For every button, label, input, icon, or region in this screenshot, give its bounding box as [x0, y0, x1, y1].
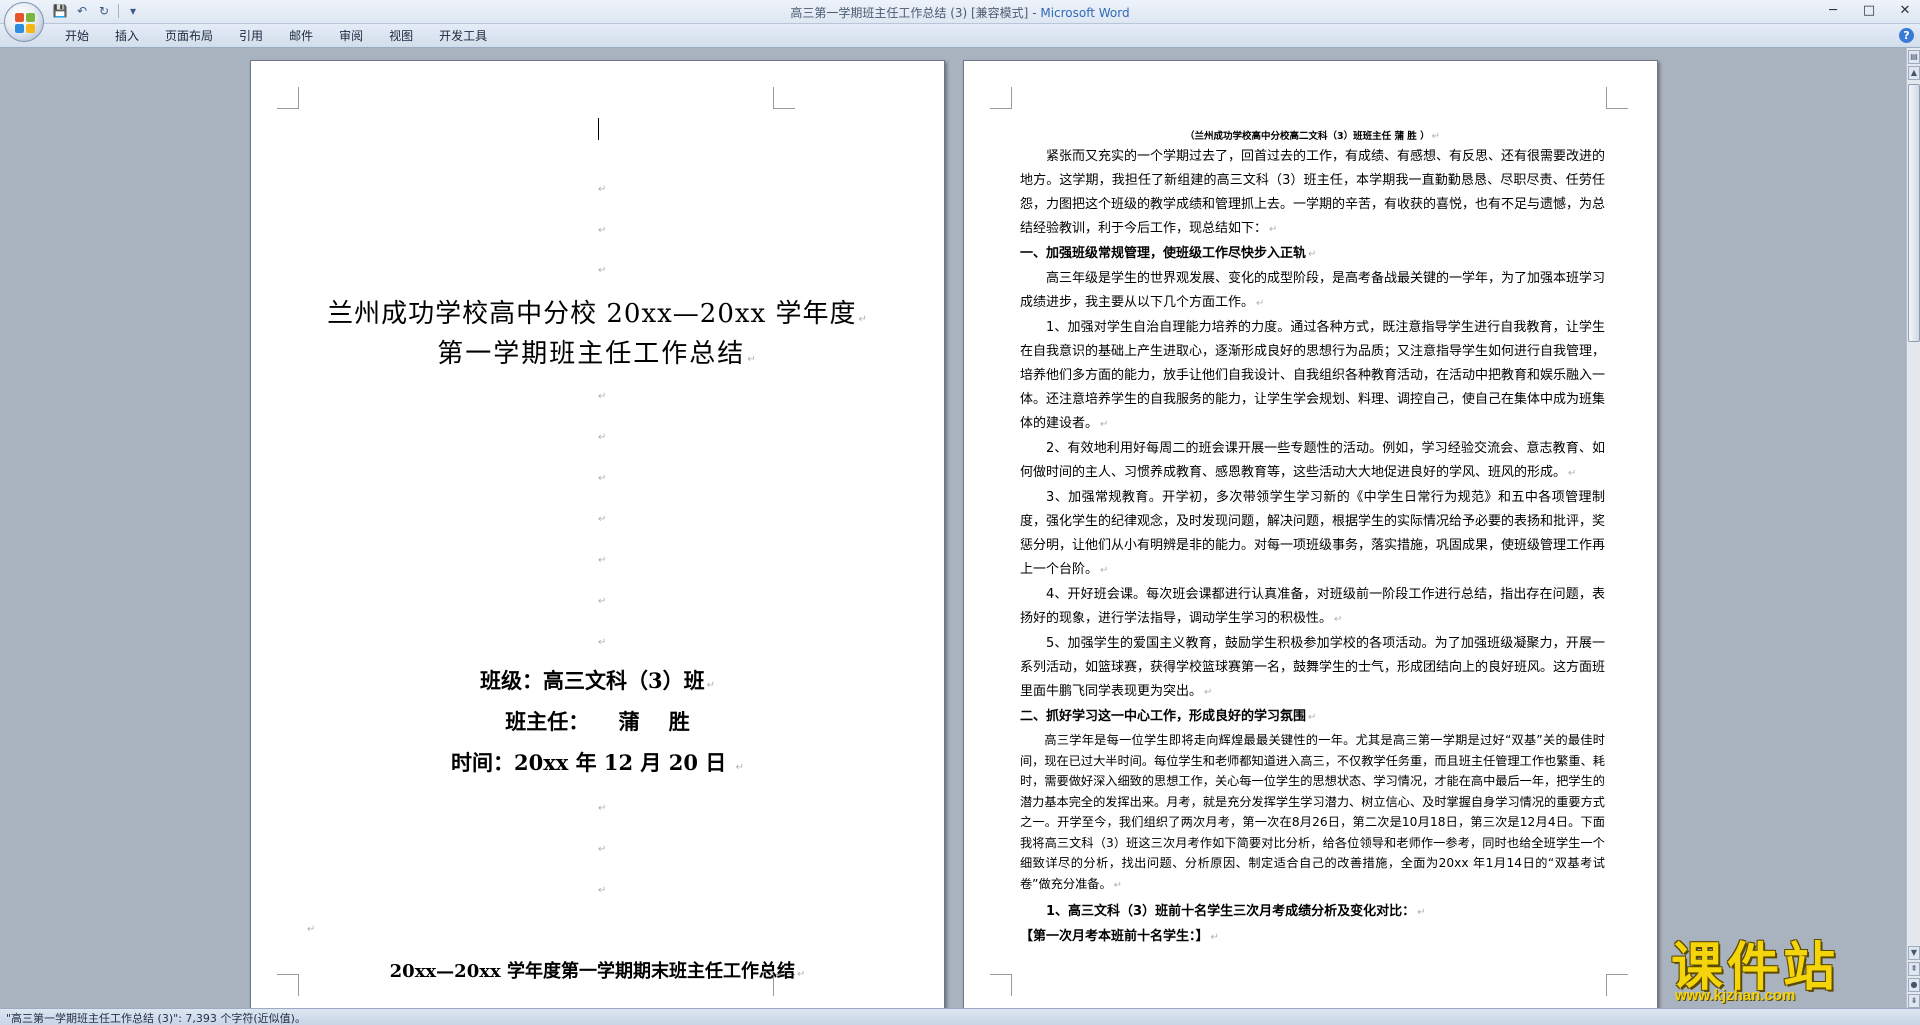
tab-7[interactable]: 开发工具 — [426, 28, 500, 44]
text-cursor — [598, 118, 599, 140]
title-separator: - — [1028, 6, 1041, 20]
document-title: 高三第一学期班主任工作总结 (3) [兼容模式] — [790, 6, 1029, 20]
body-paragraph: 高三年级是学生的世界观发展、变化的成型阶段，是高考备战最关键的一学年，为了加强本… — [1020, 271, 1606, 310]
crop-mark — [1606, 974, 1628, 996]
tab-0[interactable]: 开始 — [52, 28, 102, 44]
paragraph-mark: ↵ — [598, 555, 607, 566]
crop-mark — [1606, 87, 1628, 109]
tab-5[interactable]: 审阅 — [326, 28, 376, 44]
ribbon-tab-row: 开始 插入 页面布局 引用 邮件 审阅 视图 开发工具 ? — [0, 24, 1920, 48]
cover-teacher: 班主任： 蒲 胜 — [505, 709, 690, 734]
paragraph-mark: ↵ — [598, 596, 607, 607]
paragraph-mark: ↵ — [598, 514, 607, 525]
paragraph-mark: ↵ — [598, 184, 607, 195]
tab-4[interactable]: 邮件 — [276, 28, 326, 44]
body-paragraph: 3、加强常规教育。开学初，多次带领学生学习新的《中学生日常行为规范》和五中各项管… — [1020, 490, 1606, 577]
paragraph-mark: ↵ — [598, 391, 607, 402]
watermark-url: www.kjzhan.com — [1675, 987, 1796, 1004]
help-icon[interactable]: ? — [1899, 28, 1914, 43]
crop-mark — [990, 974, 1012, 996]
ruler-toggle-icon[interactable]: ▤ — [1908, 50, 1920, 64]
paragraph-mark: ↵ — [598, 803, 607, 814]
close-button[interactable]: ✕ — [1896, 2, 1914, 20]
tab-2[interactable]: 页面布局 — [152, 28, 226, 44]
tab-3[interactable]: 引用 — [226, 28, 276, 44]
cover-time: 时间：20xx 年 12 月 20 日 ↵ — [451, 750, 744, 775]
section-heading-1: 一、加强班级常规管理，使班级工作尽快步入正轨 ↵ — [1020, 246, 1317, 261]
paragraph-mark: ↵ — [598, 637, 607, 648]
window-controls: ─ □ ✕ — [1824, 2, 1914, 20]
body-paragraph: 1、加强对学生自治自理能力培养的力度。通过各种方式，既注意指导学生进行自我教育，… — [1020, 320, 1606, 431]
paragraph-mark: ↵ — [598, 225, 607, 236]
title-bar: 💾 ↶ ↻ ▾ 高三第一学期班主任工作总结 (3) [兼容模式] - Micro… — [0, 0, 1920, 24]
body-paragraph: 2、有效地利用好每周二的班会课开展一些专题性的活动。例如，学习经验交流会、意志教… — [1020, 441, 1605, 480]
office-button[interactable] — [4, 2, 44, 42]
crop-mark — [990, 87, 1012, 109]
body-text: 紧张而又充实的一个学期过去了，回首过去的工作，有成绩、有感想、有反思、还有很需要… — [1020, 145, 1605, 950]
scroll-thumb[interactable] — [1908, 84, 1920, 342]
page-header-line: （兰州成功学校高中分校高二文科（3）班班主任 蒲 胜 ） ↵ — [1185, 131, 1440, 142]
intro-paragraph: 紧张而又充实的一个学期过去了，回首过去的工作，有成绩、有感想、有反思、还有很需要… — [1020, 149, 1606, 236]
cover-class: 班级：高三文科（3）班 ↵ — [479, 668, 715, 693]
table-caption: 【第一次月考本班前十名学生：】 ↵ — [1020, 929, 1219, 944]
app-name: Microsoft Word — [1040, 6, 1130, 20]
paragraph-mark: ↵ — [598, 473, 607, 484]
window-title: 高三第一学期班主任工作总结 (3) [兼容模式] - Microsoft Wor… — [0, 4, 1920, 21]
cover-title-line-1: 兰州成功学校高中分校 20xx—20xx 学年度 ↵ — [327, 299, 868, 329]
body-paragraph: 高三学年是每一位学生即将走向辉煌最最关键性的一年。尤其是高三第一学期是过好“双基… — [1020, 733, 1605, 891]
paragraph-mark: ↵ — [598, 265, 607, 276]
paragraph-mark: ↵ — [598, 885, 607, 896]
scroll-up-icon[interactable]: ▲ — [1908, 66, 1920, 80]
page-cover[interactable]: ↵ ↵ ↵ 兰州成功学校高中分校 20xx—20xx 学年度 ↵ 第一学期班主任工… — [250, 60, 945, 1008]
page-content[interactable]: （兰州成功学校高中分校高二文科（3）班班主任 蒲 胜 ） ↵ 紧张而又充实的一个学… — [963, 60, 1658, 1008]
paragraph-mark: ↵ — [598, 432, 607, 443]
watermark: 课件站 www.kjzhan.com — [1665, 925, 1917, 1005]
office-logo-icon — [15, 13, 35, 33]
maximize-button[interactable]: □ — [1860, 2, 1878, 20]
paragraph-mark: ↵ — [598, 844, 607, 855]
body-paragraph: 5、加强学生的爱国主义教育，鼓励学生积极参加学校的各项活动。为了加强班级凝聚力，… — [1020, 636, 1606, 699]
status-bar: "高三第一学期班主任工作总结 (3)": 7,393 个字符(近似值)。 — [0, 1008, 1920, 1025]
section-heading-2: 二、抓好学习这一中心工作，形成良好的学习氛围 ↵ — [1020, 709, 1317, 724]
word-count-status[interactable]: "高三第一学期班主任工作总结 (3)": 7,393 个字符(近似值)。 — [6, 1010, 306, 1025]
cover-footer-title: 20xx—20xx 学年度第一学期期末班主任工作总结 ↵ — [389, 961, 806, 982]
body-paragraph: 4、开好班会课。每次班会课都进行认真准备，对班级前一阶段工作进行总结，指出存在问… — [1020, 587, 1605, 626]
cover-title-line-2: 第一学期班主任工作总结 ↵ — [437, 339, 758, 369]
ribbon-tabs: 开始 插入 页面布局 引用 邮件 审阅 视图 开发工具 — [52, 28, 500, 44]
subsection-heading: 1、高三文科（3）班前十名学生三次月考成绩分析及变化对比： ↵ — [1046, 904, 1426, 919]
minimize-button[interactable]: ─ — [1824, 2, 1842, 20]
vertical-scrollbar[interactable]: ▤ ▲ ▼ ⇞ ● ⇟ — [1906, 48, 1920, 1008]
crop-mark — [773, 87, 795, 109]
crop-mark — [277, 87, 299, 109]
paragraph-mark: ↵ — [307, 924, 316, 935]
tab-1[interactable]: 插入 — [102, 28, 152, 44]
tab-6[interactable]: 视图 — [376, 28, 426, 44]
document-workspace: ↵ ↵ ↵ 兰州成功学校高中分校 20xx—20xx 学年度 ↵ 第一学期班主任工… — [0, 48, 1906, 1008]
